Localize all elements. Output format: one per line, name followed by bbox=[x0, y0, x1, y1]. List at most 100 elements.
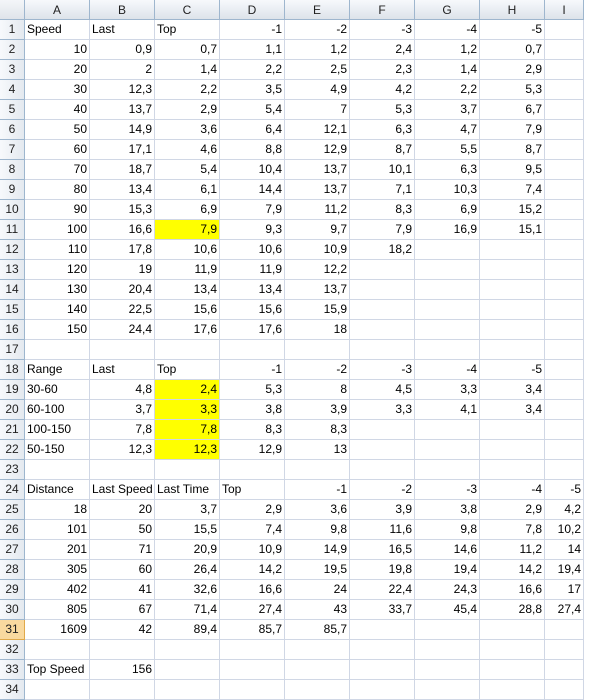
cell-b30[interactable]: 67 bbox=[90, 600, 155, 620]
row-header-5[interactable]: 5 bbox=[0, 100, 25, 120]
cell-a14[interactable]: 130 bbox=[25, 280, 90, 300]
cell-a12[interactable]: 110 bbox=[25, 240, 90, 260]
cell-b10[interactable]: 15,3 bbox=[90, 200, 155, 220]
cell-i1[interactable] bbox=[545, 20, 584, 40]
cell-i21[interactable] bbox=[545, 420, 584, 440]
cell-h24[interactable]: -4 bbox=[480, 480, 545, 500]
cell-b6[interactable]: 14,9 bbox=[90, 120, 155, 140]
cell-e6[interactable]: 12,1 bbox=[285, 120, 350, 140]
cell-h27[interactable]: 11,2 bbox=[480, 540, 545, 560]
cell-a23[interactable] bbox=[25, 460, 90, 480]
cell-b8[interactable]: 18,7 bbox=[90, 160, 155, 180]
cell-b13[interactable]: 19 bbox=[90, 260, 155, 280]
cell-i29[interactable]: 17 bbox=[545, 580, 584, 600]
cell-c24[interactable]: Last Time bbox=[155, 480, 220, 500]
cell-e26[interactable]: 9,8 bbox=[285, 520, 350, 540]
row-header-6[interactable]: 6 bbox=[0, 120, 25, 140]
cell-c29[interactable]: 32,6 bbox=[155, 580, 220, 600]
cell-g11[interactable]: 16,9 bbox=[415, 220, 480, 240]
cell-c17[interactable] bbox=[155, 340, 220, 360]
cell-c18[interactable]: Top bbox=[155, 360, 220, 380]
column-header-i[interactable]: I bbox=[545, 0, 584, 20]
cell-i19[interactable] bbox=[545, 380, 584, 400]
cell-h2[interactable]: 0,7 bbox=[480, 40, 545, 60]
cell-f23[interactable] bbox=[350, 460, 415, 480]
cell-b2[interactable]: 0,9 bbox=[90, 40, 155, 60]
cell-h9[interactable]: 7,4 bbox=[480, 180, 545, 200]
cell-g12[interactable] bbox=[415, 240, 480, 260]
cell-i25[interactable]: 4,2 bbox=[545, 500, 584, 520]
cell-b19[interactable]: 4,8 bbox=[90, 380, 155, 400]
cell-e10[interactable]: 11,2 bbox=[285, 200, 350, 220]
cell-b16[interactable]: 24,4 bbox=[90, 320, 155, 340]
cell-a20[interactable]: 60-100 bbox=[25, 400, 90, 420]
cell-i11[interactable] bbox=[545, 220, 584, 240]
row-header-32[interactable]: 32 bbox=[0, 640, 25, 660]
cell-h20[interactable]: 3,4 bbox=[480, 400, 545, 420]
cell-i2[interactable] bbox=[545, 40, 584, 60]
column-header-g[interactable]: G bbox=[415, 0, 480, 20]
cell-b9[interactable]: 13,4 bbox=[90, 180, 155, 200]
cell-c25[interactable]: 3,7 bbox=[155, 500, 220, 520]
cell-d3[interactable]: 2,2 bbox=[220, 60, 285, 80]
cell-g32[interactable] bbox=[415, 640, 480, 660]
cell-f24[interactable]: -2 bbox=[350, 480, 415, 500]
cell-a30[interactable]: 805 bbox=[25, 600, 90, 620]
cell-d25[interactable]: 2,9 bbox=[220, 500, 285, 520]
cell-d9[interactable]: 14,4 bbox=[220, 180, 285, 200]
cell-e29[interactable]: 24 bbox=[285, 580, 350, 600]
cell-d28[interactable]: 14,2 bbox=[220, 560, 285, 580]
cell-a29[interactable]: 402 bbox=[25, 580, 90, 600]
cell-e13[interactable]: 12,2 bbox=[285, 260, 350, 280]
cell-d1[interactable]: -1 bbox=[220, 20, 285, 40]
cell-i4[interactable] bbox=[545, 80, 584, 100]
cell-a2[interactable]: 10 bbox=[25, 40, 90, 60]
cell-g30[interactable]: 45,4 bbox=[415, 600, 480, 620]
row-header-4[interactable]: 4 bbox=[0, 80, 25, 100]
cell-b22[interactable]: 12,3 bbox=[90, 440, 155, 460]
column-header-b[interactable]: B bbox=[90, 0, 155, 20]
cell-a6[interactable]: 50 bbox=[25, 120, 90, 140]
cell-h18[interactable]: -5 bbox=[480, 360, 545, 380]
cell-i9[interactable] bbox=[545, 180, 584, 200]
cell-f14[interactable] bbox=[350, 280, 415, 300]
cell-f8[interactable]: 10,1 bbox=[350, 160, 415, 180]
cell-a8[interactable]: 70 bbox=[25, 160, 90, 180]
cell-g2[interactable]: 1,2 bbox=[415, 40, 480, 60]
cell-i6[interactable] bbox=[545, 120, 584, 140]
cell-d23[interactable] bbox=[220, 460, 285, 480]
cell-a27[interactable]: 201 bbox=[25, 540, 90, 560]
row-header-9[interactable]: 9 bbox=[0, 180, 25, 200]
cell-a33[interactable]: Top Speed bbox=[25, 660, 90, 680]
cell-c10[interactable]: 6,9 bbox=[155, 200, 220, 220]
cell-b5[interactable]: 13,7 bbox=[90, 100, 155, 120]
cell-d27[interactable]: 10,9 bbox=[220, 540, 285, 560]
cell-e17[interactable] bbox=[285, 340, 350, 360]
cell-c7[interactable]: 4,6 bbox=[155, 140, 220, 160]
cell-c32[interactable] bbox=[155, 640, 220, 660]
cell-f25[interactable]: 3,9 bbox=[350, 500, 415, 520]
cell-a4[interactable]: 30 bbox=[25, 80, 90, 100]
cell-c34[interactable] bbox=[155, 680, 220, 700]
cell-f2[interactable]: 2,4 bbox=[350, 40, 415, 60]
cell-i5[interactable] bbox=[545, 100, 584, 120]
cell-f33[interactable] bbox=[350, 660, 415, 680]
cell-g25[interactable]: 3,8 bbox=[415, 500, 480, 520]
cell-d22[interactable]: 12,9 bbox=[220, 440, 285, 460]
cell-a25[interactable]: 18 bbox=[25, 500, 90, 520]
cell-c22[interactable]: 12,3 bbox=[155, 440, 220, 460]
cell-i23[interactable] bbox=[545, 460, 584, 480]
cell-i20[interactable] bbox=[545, 400, 584, 420]
row-header-28[interactable]: 28 bbox=[0, 560, 25, 580]
cell-c8[interactable]: 5,4 bbox=[155, 160, 220, 180]
cell-e15[interactable]: 15,9 bbox=[285, 300, 350, 320]
cell-i10[interactable] bbox=[545, 200, 584, 220]
cell-h6[interactable]: 7,9 bbox=[480, 120, 545, 140]
cell-e28[interactable]: 19,5 bbox=[285, 560, 350, 580]
cell-h21[interactable] bbox=[480, 420, 545, 440]
cell-i12[interactable] bbox=[545, 240, 584, 260]
cell-a16[interactable]: 150 bbox=[25, 320, 90, 340]
cell-a26[interactable]: 101 bbox=[25, 520, 90, 540]
cell-i28[interactable]: 19,4 bbox=[545, 560, 584, 580]
cell-a7[interactable]: 60 bbox=[25, 140, 90, 160]
